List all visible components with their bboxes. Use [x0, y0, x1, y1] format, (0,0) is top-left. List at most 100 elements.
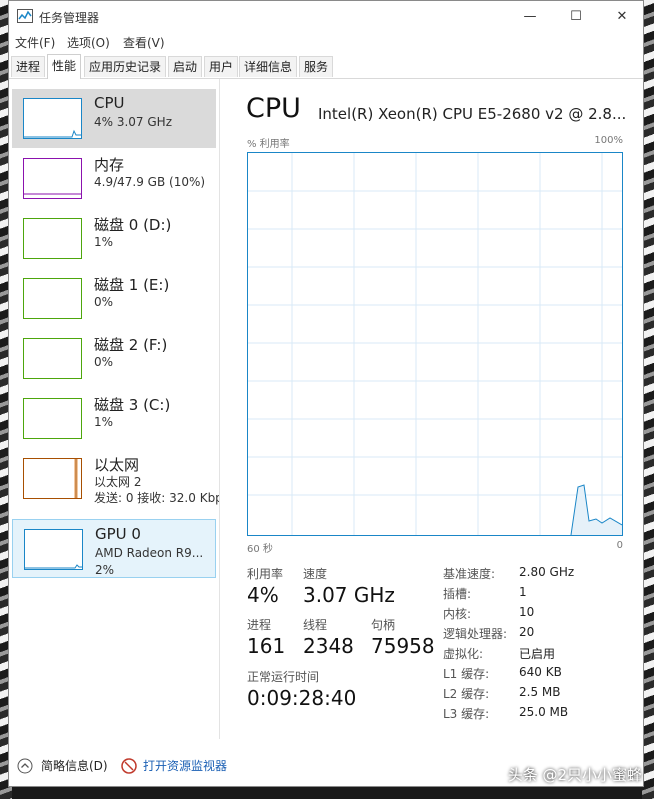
spec-value: 640 KB: [519, 665, 562, 679]
graph-time-span: 60 秒: [247, 544, 273, 555]
spec-label: 逻辑处理器:: [443, 627, 508, 641]
minimize-button[interactable]: —: [507, 1, 553, 32]
close-icon: ✕: [616, 9, 628, 24]
graph-grid: [248, 153, 622, 535]
cpu-utilization-plot: [248, 153, 623, 536]
cpu-usage-area: [571, 485, 622, 535]
threads-value: 2348: [303, 634, 354, 658]
sidebar-item-ethernet[interactable]: 以太网 以太网 2 发送: 0 接收: 32.0 Kbps: [12, 449, 219, 508]
memory-thumbnail-graph: [23, 158, 82, 199]
sidebar-item-disk-0[interactable]: 磁盘 0 (D:) 1%: [12, 209, 216, 268]
spec-value: 20: [519, 625, 535, 639]
spec-value: 1: [519, 585, 527, 599]
cpu-thumbnail-graph: [23, 98, 82, 139]
open-resource-monitor-label: 打开资源监视器: [143, 759, 228, 773]
close-button[interactable]: ✕: [599, 1, 643, 32]
task-manager-app-icon: [17, 9, 33, 23]
sidebar-item-subtitle: AMD Radeon R9...: [95, 546, 204, 560]
sidebar-item-title: 以太网: [94, 456, 140, 474]
graph-label-max: 100%: [594, 135, 623, 146]
menu-options[interactable]: 选项(O): [67, 34, 110, 51]
spec-label: 内核:: [443, 607, 472, 621]
sidebar-item-disk-2[interactable]: 磁盘 2 (F:) 0%: [12, 329, 216, 388]
utilization-value: 4%: [247, 583, 279, 607]
spec-label: 基准速度:: [443, 567, 496, 581]
cpu-model-name: Intel(R) Xeon(R) CPU E5-2680 v2 @ 2.8...: [318, 105, 627, 123]
sidebar-item-subtitle: 4% 3.07 GHz: [94, 115, 173, 129]
sidebar-item-subtitle: 0%: [94, 295, 114, 309]
processes-label: 进程: [247, 618, 272, 632]
uptime-label: 正常运行时间: [247, 670, 320, 684]
spec-value: 25.0 MB: [519, 705, 569, 719]
speed-value: 3.07 GHz: [303, 583, 395, 607]
spec-value: 已启用: [519, 647, 556, 661]
sidebar-item-subtitle: 1%: [94, 235, 114, 249]
sidebar-item-cpu[interactable]: CPU 4% 3.07 GHz: [12, 89, 216, 148]
sidebar-item-throughput: 发送: 0 接收: 32.0 Kbps: [94, 491, 219, 505]
threads-label: 线程: [303, 618, 328, 632]
tab-performance[interactable]: 性能: [47, 54, 82, 79]
maximize-icon: ☐: [570, 9, 582, 24]
spec-label: L3 缓存:: [443, 707, 490, 721]
handles-label: 句柄: [371, 618, 396, 632]
sidebar-item-subtitle: 4.9/47.9 GB (10%): [94, 175, 206, 189]
tab-services[interactable]: 服务: [299, 56, 334, 77]
graph-label-utilization: % 利用率: [247, 139, 290, 150]
sidebar-item-title: 磁盘 3 (C:): [94, 396, 171, 414]
disk-3-thumbnail-graph: [23, 398, 82, 439]
brief-info-label: 简略信息(D): [41, 759, 108, 773]
sidebar-item-title: 磁盘 1 (E:): [94, 276, 170, 294]
spec-value: 2.80 GHz: [519, 565, 575, 579]
tab-processes[interactable]: 进程: [11, 56, 46, 77]
cpu-utilization-graph: [247, 152, 623, 536]
speed-label: 速度: [303, 567, 328, 581]
disk-1-thumbnail-graph: [23, 278, 82, 319]
menu-view[interactable]: 查看(V): [123, 34, 165, 51]
task-manager-window: 任务管理器 — ☐ ✕ 文件(F) 选项(O) 查看(V) 进程 性能 应用历史…: [8, 0, 644, 787]
tab-strip: 进程 性能 应用历史记录 启动 用户 详细信息 服务: [9, 54, 643, 79]
page-title: CPU: [246, 93, 301, 124]
tab-details[interactable]: 详细信息: [239, 56, 298, 77]
title-bar[interactable]: 任务管理器 — ☐ ✕: [9, 1, 643, 32]
spec-label: 插槽:: [443, 587, 472, 601]
resource-monitor-icon: [121, 757, 137, 774]
spec-value: 2.5 MB: [519, 685, 561, 699]
spec-label: 虚拟化:: [443, 647, 484, 661]
tab-users[interactable]: 用户: [204, 56, 239, 77]
open-resource-monitor-link[interactable]: 打开资源监视器: [121, 757, 227, 774]
sidebar-item-disk-1[interactable]: 磁盘 1 (E:) 0%: [12, 269, 216, 328]
sidebar-item-disk-3[interactable]: 磁盘 3 (C:) 1%: [12, 389, 216, 448]
sidebar-item-subtitle: 以太网 2: [94, 475, 142, 489]
ethernet-thumbnail-graph: [23, 458, 82, 499]
sidebar-item-memory[interactable]: 内存 4.9/47.9 GB (10%): [12, 149, 216, 208]
disk-2-thumbnail-graph: [23, 338, 82, 379]
gpu-thumbnail-graph: [24, 529, 83, 570]
menu-file[interactable]: 文件(F): [15, 34, 55, 51]
sidebar-item-subtitle: 1%: [94, 415, 114, 429]
sidebar-item-title: 磁盘 2 (F:): [94, 336, 168, 354]
tab-app-history[interactable]: 应用历史记录: [84, 56, 167, 77]
maximize-button[interactable]: ☐: [553, 1, 599, 32]
sidebar-item-title: 内存: [94, 156, 125, 174]
handles-value: 75958: [371, 634, 435, 658]
ethernet-thumbnail-line: [74, 459, 78, 498]
sidebar-item-subtitle: 0%: [94, 355, 114, 369]
window-title: 任务管理器: [39, 11, 100, 25]
chevron-up-circle-icon: [17, 758, 33, 773]
menu-bar: 文件(F) 选项(O) 查看(V): [9, 32, 643, 52]
gpu-thumbnail-line: [25, 564, 82, 569]
sidebar-item-title: GPU 0: [95, 525, 141, 543]
spec-label: L1 缓存:: [443, 667, 490, 681]
sidebar-item-title: 磁盘 0 (D:): [94, 216, 172, 234]
uptime-value: 0:09:28:40: [247, 686, 357, 710]
minimize-icon: —: [523, 9, 537, 24]
watermark-text: 头条 @2只小小蜜蜂: [507, 766, 642, 784]
brief-info-button[interactable]: 简略信息(D): [17, 757, 108, 774]
utilization-label: 利用率: [247, 567, 284, 581]
spec-label: L2 缓存:: [443, 687, 490, 701]
cpu-thumbnail-line: [24, 129, 81, 138]
sidebar-item-gpu[interactable]: GPU 0 AMD Radeon R9... 2%: [12, 519, 216, 578]
graph-time-end: 0: [616, 540, 623, 551]
sidebar-item-usage: 2%: [95, 563, 115, 577]
tab-startup[interactable]: 启动: [168, 56, 203, 77]
